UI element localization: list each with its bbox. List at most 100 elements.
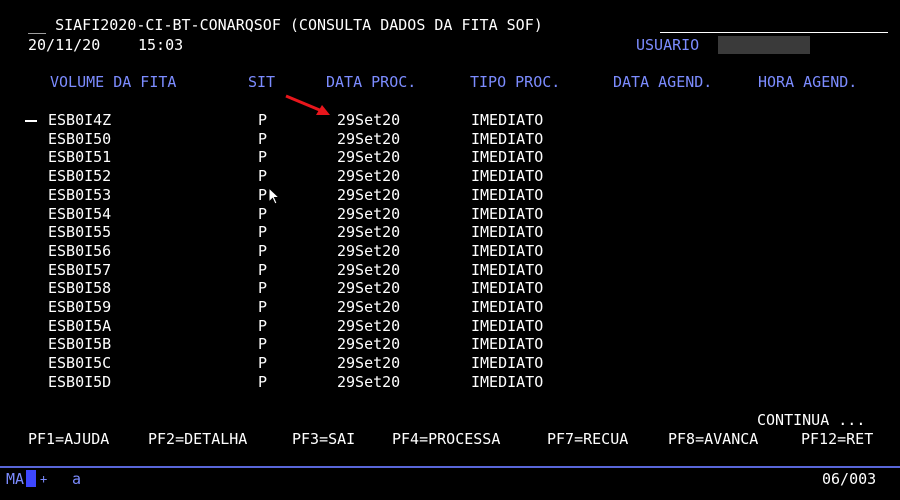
sit-cell: P — [258, 279, 268, 298]
current-time: 15:03 — [138, 36, 184, 54]
status-bar-divider — [0, 466, 900, 468]
table-row[interactable]: ESB0I57 P 29Set20 IMEDIATO — [0, 261, 900, 279]
status-input: a — [72, 470, 82, 488]
tipo-proc-cell: IMEDIATO — [471, 298, 544, 316]
sit-cell: P — [258, 111, 268, 129]
data-proc-cell: 29Set20 — [337, 372, 401, 391]
tipo-proc-cell: IMEDIATO — [471, 354, 544, 373]
column-header-hora-agend: HORA AGEND. — [758, 73, 858, 91]
cursor-position: 06/003 — [822, 470, 877, 488]
volume-cell: ESB0I54 — [48, 204, 112, 223]
data-proc-cell: 29Set20 — [337, 223, 401, 242]
current-date: 20/11/20 — [28, 36, 101, 54]
tipo-proc-cell: IMEDIATO — [471, 167, 544, 186]
sit-cell: P — [258, 335, 268, 354]
screen-title: __ SIAFI2020-CI-BT-CONARQSOF (CONSULTA D… — [28, 16, 543, 34]
status-mode: MA — [6, 470, 25, 488]
table-row[interactable]: ESB0I5C P 29Set20 IMEDIATO — [0, 354, 900, 372]
tipo-proc-cell: IMEDIATO — [471, 185, 544, 204]
pf12-key[interactable]: PF12=RET — [801, 430, 873, 448]
pf1-key[interactable]: PF1=AJUDA — [28, 430, 109, 448]
tipo-proc-cell: IMEDIATO — [471, 279, 544, 298]
data-proc-cell: 29Set20 — [337, 316, 401, 335]
tipo-proc-cell: IMEDIATO — [471, 260, 544, 279]
tipo-proc-cell: IMEDIATO — [471, 223, 544, 242]
volume-cell: ESB0I50 — [48, 129, 112, 148]
data-proc-cell: 29Set20 — [337, 335, 401, 354]
user-value-redacted — [718, 36, 810, 54]
volume-cell: ESB0I52 — [48, 167, 112, 186]
tipo-proc-cell: IMEDIATO — [471, 241, 544, 260]
sit-cell: P — [258, 372, 268, 391]
user-label: USUARIO — [636, 36, 700, 54]
data-proc-cell: 29Set20 — [337, 111, 401, 129]
volume-cell: ESB0I56 — [48, 241, 112, 260]
data-proc-cell: 29Set20 — [337, 167, 401, 186]
column-header-tipo-proc: TIPO PROC. — [470, 73, 561, 91]
data-proc-cell: 29Set20 — [337, 148, 401, 167]
volume-cell: ESB0I4Z — [48, 111, 112, 129]
data-proc-cell: 29Set20 — [337, 185, 401, 204]
data-proc-cell: 29Set20 — [337, 298, 401, 316]
sit-cell: P — [258, 167, 268, 186]
table-row[interactable]: ESB0I58 P 29Set20 IMEDIATO — [0, 279, 900, 297]
data-proc-cell: 29Set20 — [337, 354, 401, 373]
pf8-key[interactable]: PF8=AVANCA — [668, 430, 758, 448]
volume-cell: ESB0I55 — [48, 223, 112, 242]
pf3-key[interactable]: PF3=SAI — [292, 430, 355, 448]
volume-cell: ESB0I5D — [48, 372, 112, 391]
volume-cell: ESB0I59 — [48, 298, 112, 316]
sit-cell: P — [258, 204, 268, 223]
data-proc-cell: 29Set20 — [337, 279, 401, 298]
volume-cell: ESB0I5B — [48, 335, 112, 354]
pf2-key[interactable]: PF2=DETALHA — [148, 430, 247, 448]
data-proc-cell: 29Set20 — [337, 129, 401, 148]
sit-cell: P — [258, 223, 268, 242]
column-header-volume: VOLUME DA FITA — [50, 73, 177, 91]
volume-cell: ESB0I57 — [48, 260, 112, 279]
table-row[interactable]: ESB0I50 P 29Set20 IMEDIATO — [0, 130, 900, 148]
tipo-proc-cell: IMEDIATO — [471, 372, 544, 391]
tipo-proc-cell: IMEDIATO — [471, 129, 544, 148]
sit-cell: P — [258, 241, 268, 260]
table-row[interactable]: ESB0I51 P 29Set20 IMEDIATO — [0, 148, 900, 166]
sit-cell: P — [258, 298, 268, 316]
continua-indicator: CONTINUA ... — [757, 411, 866, 429]
status-plus: + — [40, 472, 48, 486]
table-row[interactable]: ESB0I59 P 29Set20 IMEDIATO — [0, 298, 900, 316]
volume-cell: ESB0I53 — [48, 185, 112, 204]
volume-cell: ESB0I51 — [48, 148, 112, 167]
sit-cell: P — [258, 148, 268, 167]
volume-cell: ESB0I5C — [48, 354, 112, 373]
tipo-proc-cell: IMEDIATO — [471, 148, 544, 167]
tipo-proc-cell: IMEDIATO — [471, 335, 544, 354]
tipo-proc-cell: IMEDIATO — [471, 204, 544, 223]
table-row[interactable]: ESB0I56 P 29Set20 IMEDIATO — [0, 242, 900, 260]
table-row[interactable]: ESB0I5B P 29Set20 IMEDIATO — [0, 335, 900, 353]
mouse-pointer-icon — [268, 187, 280, 205]
pf4-key[interactable]: PF4=PROCESSA — [392, 430, 500, 448]
table-row[interactable]: ESB0I54 P 29Set20 IMEDIATO — [0, 205, 900, 223]
column-header-data-agend: DATA AGEND. — [613, 73, 713, 91]
volume-cell: ESB0I58 — [48, 279, 112, 298]
data-proc-cell: 29Set20 — [337, 241, 401, 260]
column-header-sit: SIT — [248, 73, 276, 91]
title-underline — [660, 32, 888, 33]
table-row[interactable]: ESB0I4Z P 29Set20 IMEDIATO — [0, 111, 900, 129]
tipo-proc-cell: IMEDIATO — [471, 111, 544, 129]
column-header-data-proc: DATA PROC. — [326, 73, 417, 91]
pf7-key[interactable]: PF7=RECUA — [547, 430, 628, 448]
data-proc-cell: 29Set20 — [337, 204, 401, 223]
tipo-proc-cell: IMEDIATO — [471, 316, 544, 335]
sit-cell: P — [258, 185, 268, 204]
table-row[interactable]: ESB0I53 P 29Set20 IMEDIATO — [0, 186, 900, 204]
sit-cell: P — [258, 260, 268, 279]
table-row[interactable]: ESB0I5D P 29Set20 IMEDIATO — [0, 373, 900, 391]
table-row[interactable]: ESB0I52 P 29Set20 IMEDIATO — [0, 167, 900, 185]
sit-cell: P — [258, 316, 268, 335]
table-row[interactable]: ESB0I55 P 29Set20 IMEDIATO — [0, 223, 900, 241]
sit-cell: P — [258, 354, 268, 373]
table-row[interactable]: ESB0I5A P 29Set20 IMEDIATO — [0, 317, 900, 335]
data-proc-cell: 29Set20 — [337, 260, 401, 279]
terminal-cursor — [26, 470, 36, 487]
